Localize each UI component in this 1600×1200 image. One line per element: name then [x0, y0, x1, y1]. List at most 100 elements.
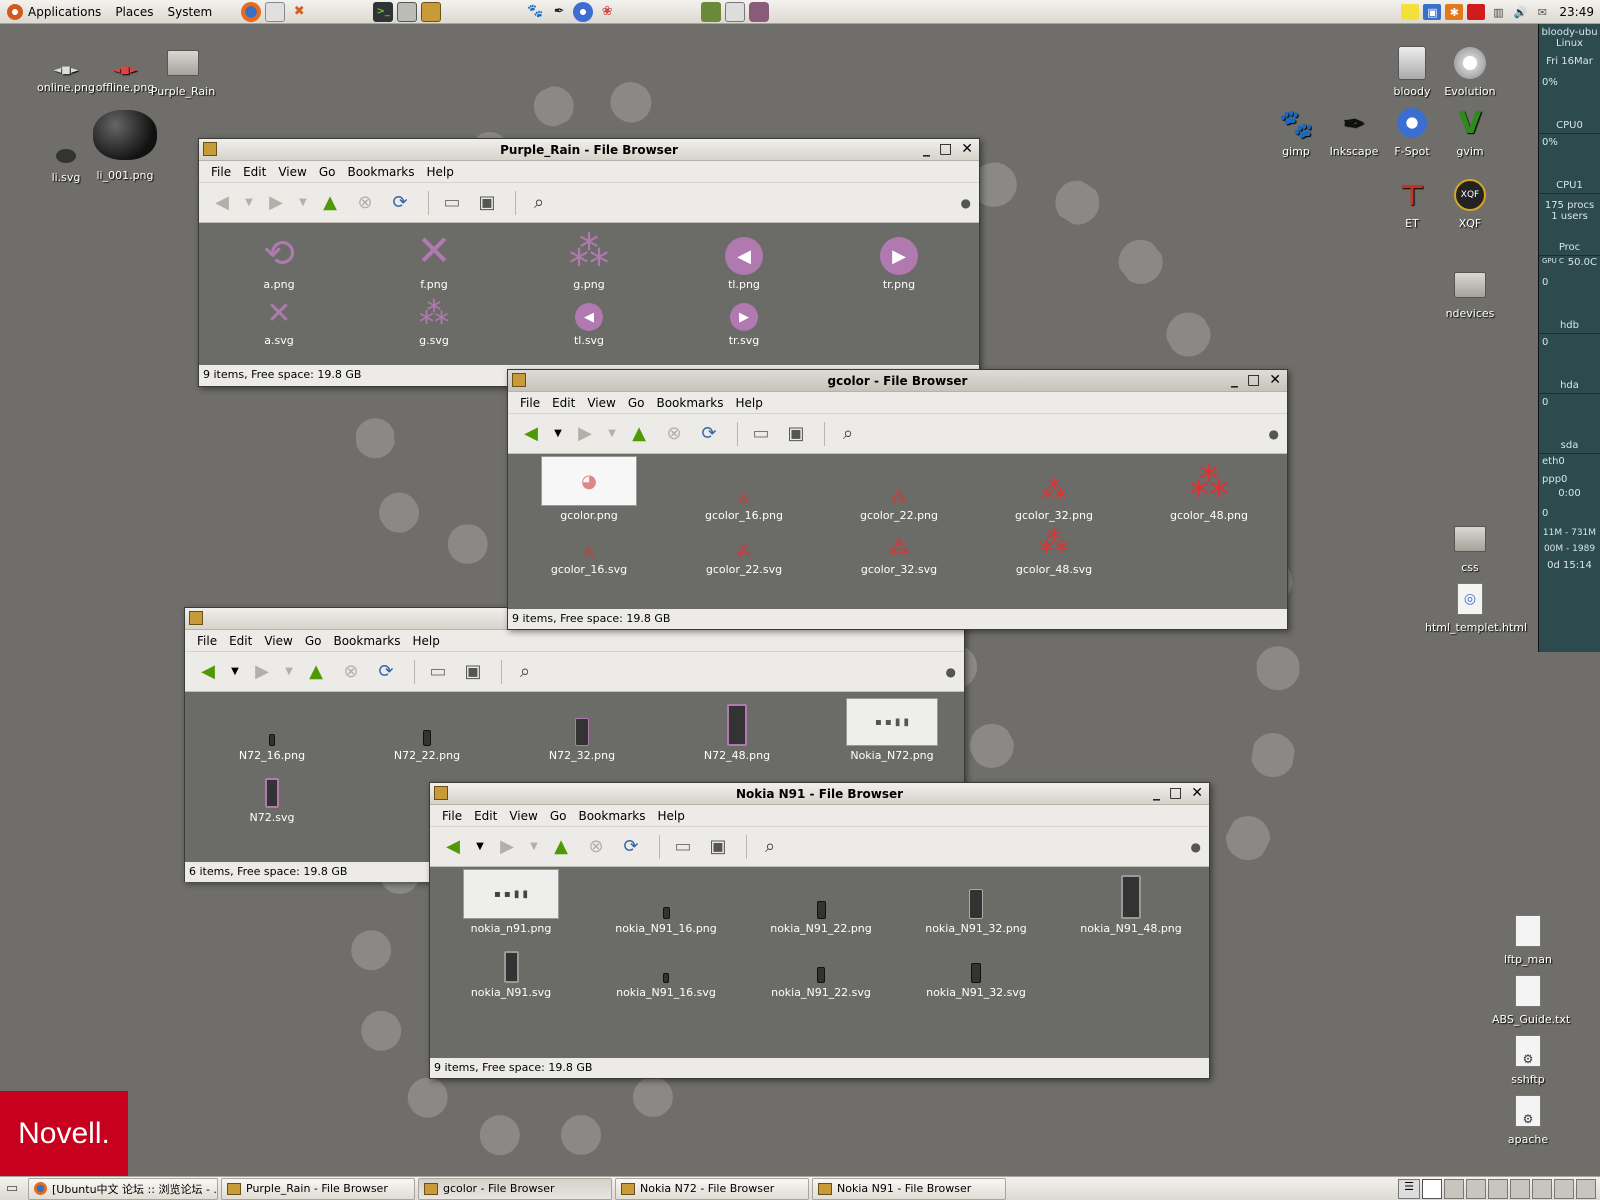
desktop-icon-gvim[interactable]: Vgvim [1434, 104, 1506, 159]
system-monitor-icon[interactable] [725, 1, 746, 22]
taskbar-item-nokia-n72[interactable]: Nokia N72 - File Browser [615, 1177, 809, 1200]
chevron-down-icon[interactable]: ▼ [296, 188, 310, 218]
file-item[interactable]: ◕ gcolor.png [514, 456, 664, 522]
menu-file[interactable]: File [436, 809, 468, 823]
minimize-icon[interactable]: _ [923, 141, 930, 157]
close-icon[interactable]: ✕ [961, 141, 973, 157]
back-arrow-icon[interactable]: ◀ [207, 188, 237, 218]
stop-icon[interactable]: ⊗ [336, 657, 366, 687]
file-item[interactable]: nokia_N91_16.png [591, 871, 741, 935]
chat-icon[interactable] [265, 1, 286, 22]
menu-go[interactable]: Go [299, 634, 328, 648]
file-item[interactable]: nokia_N91_32.svg [901, 935, 1051, 999]
workspace-2[interactable] [1444, 1179, 1464, 1199]
maximize-icon[interactable]: □ [1169, 785, 1182, 801]
show-desktop-icon[interactable]: ▭ [2, 1179, 22, 1199]
computer-icon[interactable]: ▣ [472, 188, 502, 218]
zoom-icon[interactable]: ⌕ [833, 419, 863, 449]
gcolor-launcher-icon[interactable]: ❀ [597, 2, 617, 22]
computer-icon[interactable]: ▣ [703, 832, 733, 862]
close-icon[interactable]: ✕ [1191, 785, 1203, 801]
minimize-icon[interactable]: _ [1153, 785, 1160, 801]
menu-file[interactable]: File [191, 634, 223, 648]
taskbar-item-browser[interactable]: [Ubuntu中文 论坛 :: 浏览论坛 - ... [28, 1177, 218, 1200]
camera-icon[interactable] [749, 1, 770, 22]
file-item[interactable]: N72_48.png [662, 698, 812, 762]
desktop-icon-evolution[interactable]: Evolution [1434, 44, 1506, 98]
zoom-icon[interactable]: ⌕ [755, 832, 785, 862]
reload-icon[interactable]: ⟳ [385, 188, 415, 218]
clock[interactable]: 23:49 [1555, 5, 1594, 19]
file-item[interactable]: nokia_N91_22.svg [746, 935, 896, 999]
menu-help[interactable]: Help [421, 165, 460, 179]
menu-help[interactable]: Help [730, 396, 769, 410]
close-icon[interactable]: ✕ [1269, 372, 1281, 388]
file-item[interactable]: ✕ a.svg [204, 295, 354, 347]
forward-arrow-icon[interactable]: ▶ [261, 188, 291, 218]
tools-icon[interactable]: ✖ [289, 2, 309, 22]
home-folder-icon[interactable]: ▭ [746, 419, 776, 449]
network-icon[interactable]: ▥ [1489, 4, 1507, 20]
workspace-1[interactable] [1422, 1179, 1442, 1199]
workspace-7[interactable] [1554, 1179, 1574, 1199]
chevron-down-icon[interactable]: ▼ [282, 657, 296, 687]
firefox-icon[interactable] [241, 1, 262, 22]
chevron-down-icon[interactable]: ▼ [605, 419, 619, 449]
menu-view[interactable]: View [272, 165, 312, 179]
desktop-icon-sshftp[interactable]: ⚙ sshftp [1492, 1032, 1564, 1086]
desktop-icon-html-templet[interactable]: ◎ html_templet.html [1425, 580, 1527, 634]
computer-icon[interactable] [397, 1, 418, 22]
system-menu[interactable]: System [160, 0, 219, 24]
forward-arrow-icon[interactable]: ▶ [247, 657, 277, 687]
workspace-4[interactable] [1488, 1179, 1508, 1199]
menu-view[interactable]: View [503, 809, 543, 823]
window-list-icon[interactable]: ☰ [1398, 1179, 1420, 1199]
back-arrow-icon[interactable]: ◀ [516, 419, 546, 449]
file-manager-icon[interactable] [421, 1, 442, 22]
reload-icon[interactable]: ⟳ [694, 419, 724, 449]
taskbar-item-gcolor[interactable]: gcolor - File Browser [418, 1177, 612, 1200]
file-item[interactable]: ⁂ g.png [514, 227, 664, 291]
home-folder-icon[interactable]: ▭ [668, 832, 698, 862]
menu-bookmarks[interactable]: Bookmarks [341, 165, 420, 179]
up-arrow-icon[interactable]: ▲ [315, 188, 345, 218]
home-folder-icon[interactable]: ▭ [437, 188, 467, 218]
computer-icon[interactable]: ▣ [781, 419, 811, 449]
input-method-icon[interactable] [1467, 4, 1486, 20]
chevron-down-icon[interactable]: ▼ [551, 419, 565, 449]
menu-go[interactable]: Go [544, 809, 573, 823]
workspace-3[interactable] [1466, 1179, 1486, 1199]
file-item[interactable]: ▪ ▪ ▮ ▮ Nokia_N72.png [817, 698, 967, 762]
menu-edit[interactable]: Edit [223, 634, 258, 648]
desktop-icon-li-001[interactable]: li_001.png [89, 104, 161, 182]
window-titlebar[interactable]: Purple_Rain - File Browser _ □ ✕ [199, 139, 979, 161]
desktop-icon-abs-guide[interactable]: ABS_Guide.txt [1492, 972, 1570, 1026]
books-icon[interactable] [701, 1, 722, 22]
applications-menu[interactable]: Applications [0, 0, 108, 24]
file-item[interactable]: nokia_N91.svg [436, 935, 586, 999]
file-item[interactable]: ⟲ a.png [204, 227, 354, 291]
file-item[interactable]: nokia_N91_48.png [1056, 871, 1206, 935]
workspace-5[interactable] [1510, 1179, 1530, 1199]
inkscape-launcher-icon[interactable]: ✒ [549, 2, 569, 22]
file-item[interactable]: N72_22.png [352, 698, 502, 762]
file-item[interactable]: ◀ tl.svg [514, 295, 664, 347]
menu-edit[interactable]: Edit [546, 396, 581, 410]
zoom-icon[interactable]: ⌕ [510, 657, 540, 687]
menu-bookmarks[interactable]: Bookmarks [650, 396, 729, 410]
menu-help[interactable]: Help [652, 809, 691, 823]
reload-icon[interactable]: ⟳ [616, 832, 646, 862]
file-item[interactable]: ◀ tl.png [669, 227, 819, 291]
back-arrow-icon[interactable]: ◀ [193, 657, 223, 687]
file-item[interactable]: ▶ tr.png [824, 227, 974, 291]
up-arrow-icon[interactable]: ▲ [546, 832, 576, 862]
window-titlebar[interactable]: gcolor - File Browser _ □ ✕ [508, 370, 1287, 392]
file-item[interactable]: nokia_N91_32.png [901, 871, 1051, 935]
file-item[interactable]: nokia_N91_22.png [746, 871, 896, 935]
fspot-launcher-icon[interactable] [573, 1, 594, 22]
terminal-icon[interactable]: >_ [373, 1, 394, 22]
desktop-icon-ndevices[interactable]: ndevices [1434, 266, 1506, 320]
menu-edit[interactable]: Edit [237, 165, 272, 179]
up-arrow-icon[interactable]: ▲ [301, 657, 331, 687]
desktop-icon-css[interactable]: css [1434, 520, 1506, 574]
